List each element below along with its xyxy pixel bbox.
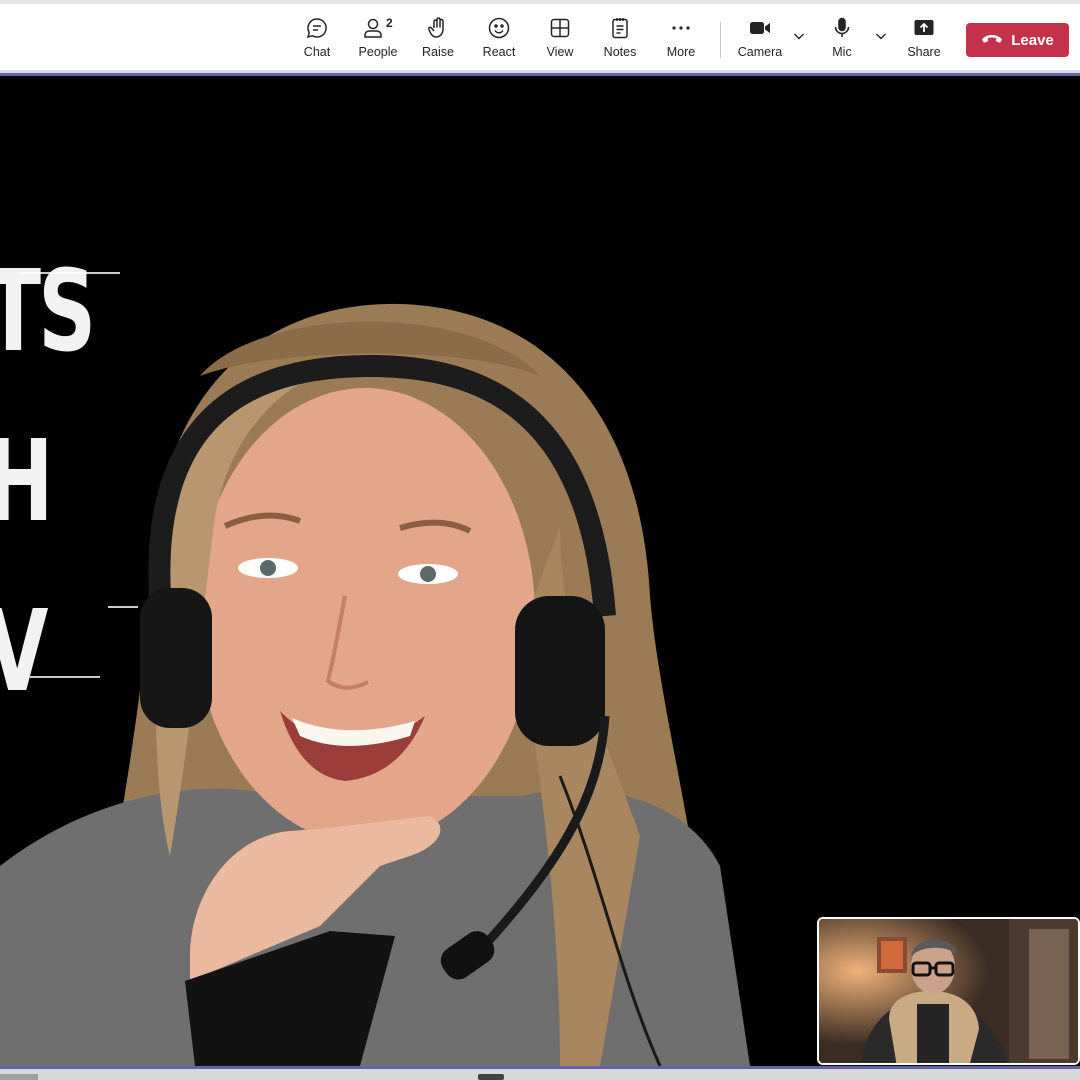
camera-options-chevron-down-icon[interactable]	[791, 28, 807, 44]
chat-bubble-icon	[303, 14, 331, 42]
raise-hand-icon	[424, 14, 452, 42]
microphone-icon	[828, 14, 856, 42]
video-camera-icon	[746, 14, 774, 42]
notes-button[interactable]: Notes	[588, 14, 652, 66]
more-label: More	[666, 45, 696, 59]
meeting-toolbar: Chat 2 People Raise React View Notes Mor…	[0, 4, 1080, 70]
more-dots-icon	[667, 14, 695, 42]
self-view-participant	[819, 919, 1078, 1063]
share-button[interactable]: Share	[892, 14, 956, 66]
window-bottom-bar	[0, 1069, 1080, 1080]
notes-label: Notes	[603, 45, 637, 59]
leave-button[interactable]: Leave	[966, 23, 1069, 57]
notes-icon	[606, 14, 634, 42]
people-button[interactable]: 2 People	[346, 14, 410, 66]
taskbar-left-segment	[0, 1074, 38, 1080]
view-button[interactable]: View	[528, 14, 592, 66]
toolbar-divider	[720, 22, 721, 58]
people-count-badge: 2	[386, 16, 393, 30]
react-label: React	[482, 45, 516, 59]
chat-label: Chat	[303, 45, 331, 59]
chat-button[interactable]: Chat	[285, 14, 349, 66]
view-label: View	[546, 45, 574, 59]
mic-label: Mic	[832, 45, 852, 59]
more-button[interactable]: More	[649, 14, 713, 66]
leave-label: Leave	[1011, 31, 1054, 49]
camera-label: Camera	[737, 45, 783, 59]
people-label: People	[358, 45, 398, 59]
raise-label: Raise	[422, 45, 454, 59]
grid-view-icon	[546, 14, 574, 42]
smiley-icon	[485, 14, 513, 42]
people-icon: 2	[364, 14, 393, 42]
camera-button[interactable]: Camera	[728, 14, 792, 66]
mic-button[interactable]: Mic	[810, 14, 874, 66]
phone-hangup-icon	[981, 31, 1003, 49]
react-button[interactable]: React	[467, 14, 531, 66]
share-label: Share	[907, 45, 941, 59]
horizontal-scrollbar-thumb[interactable]	[478, 1074, 504, 1080]
raise-hand-button[interactable]: Raise	[406, 14, 470, 66]
share-tray-icon	[910, 14, 938, 42]
self-view-video[interactable]	[817, 917, 1080, 1065]
mic-options-chevron-down-icon[interactable]	[873, 28, 889, 44]
